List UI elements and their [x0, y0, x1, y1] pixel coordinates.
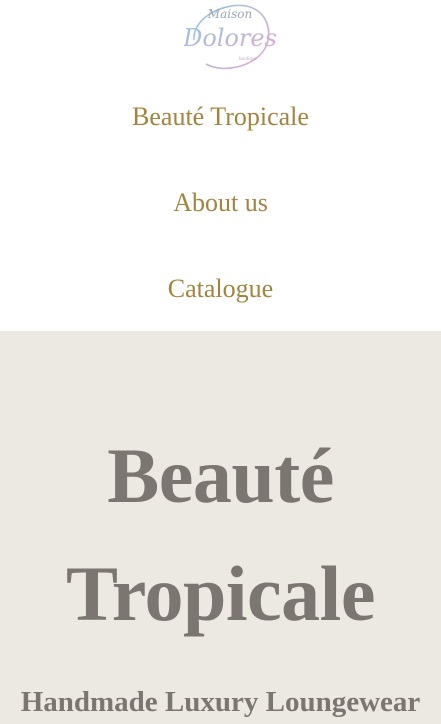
hero-section: Beauté Tropicale Handmade Luxury Loungew…: [0, 331, 441, 724]
nav-link-beaute-tropicale[interactable]: Beauté Tropicale: [0, 101, 441, 133]
logo-text-main: Dolores: [184, 24, 276, 52]
site-header: Maison Dolores boutique Beauté Tropicale…: [0, 0, 441, 331]
logo-text-top: Maison: [207, 7, 252, 21]
logo-text-small: boutique: [239, 56, 257, 61]
nav-link-catalogue[interactable]: Catalogue: [0, 273, 441, 305]
hero-title: Beauté Tropicale: [0, 417, 441, 653]
hero-title-line-2: Tropicale: [66, 550, 375, 637]
site-logo[interactable]: Maison Dolores boutique: [184, 0, 276, 76]
nav-link-about-us[interactable]: About us: [0, 187, 441, 219]
hero-subtitle: Handmade Luxury Loungewear: [20, 686, 421, 718]
logo-image: Maison Dolores boutique: [184, 4, 276, 70]
hero-title-line-1: Beauté: [107, 432, 334, 519]
